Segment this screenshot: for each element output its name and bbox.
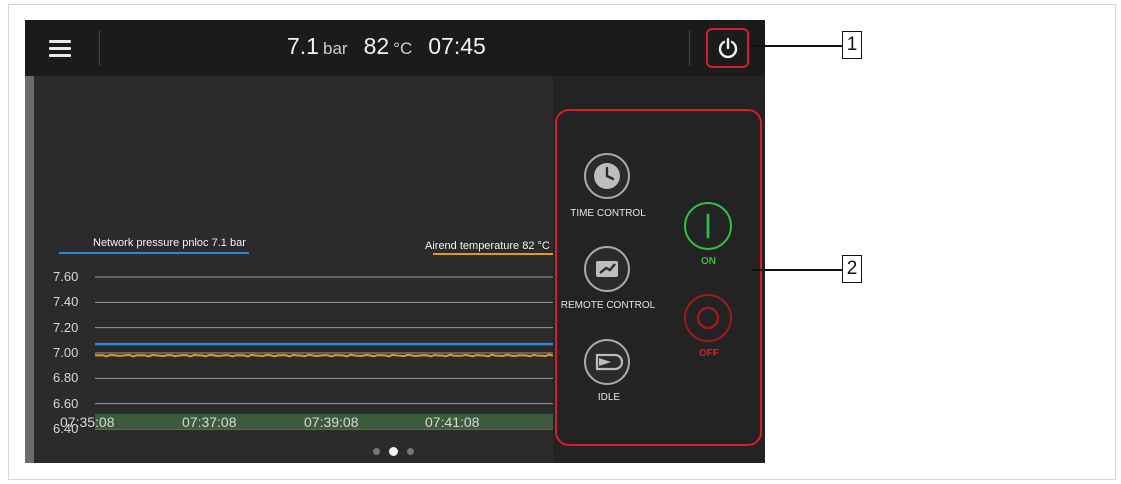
pressure-value: 7.1 [287,33,319,59]
callout-leader-2 [752,269,842,271]
status-readout: 7.1 bar 82 °C 07:45 [287,33,486,60]
trend-chart: Network pressure pnloc 7.1 bar Airend te… [25,76,553,463]
temperature-unit: °C [393,39,413,58]
page-dot[interactable] [373,448,380,455]
controller-screen: 7.1 bar 82 °C 07:45 Network pressure pnloc 7… [25,20,765,463]
callout-number-2: 2 [842,255,862,283]
y-tick-label: 7.60 [53,269,79,284]
hamburger-icon-bar [49,54,71,57]
y-tick-label: 7.40 [53,294,79,309]
off-label: OFF [699,348,719,359]
plot-canvas [94,276,553,430]
y-tick-label: 6.60 [53,396,79,411]
x-tick-label: 07:35:08 [60,414,115,430]
clock-icon [594,163,620,189]
callout-leader-1 [750,45,842,47]
top-bar: 7.1 bar 82 °C 07:45 [25,20,765,76]
x-tick-label: 07:39:08 [304,414,359,430]
remote-icon [596,261,618,277]
hamburger-icon [49,40,71,43]
clock-time: 07:45 [428,33,486,59]
page-dot-active[interactable] [389,447,398,456]
time-control-button[interactable] [584,153,630,199]
power-button[interactable] [706,28,749,68]
menu-button[interactable] [47,37,75,59]
temperature-value: 82 [363,33,390,59]
hamburger-icon-bar [49,47,71,50]
y-tick-label: 7.20 [53,320,79,335]
x-tick-label: 07:41:08 [425,414,480,430]
mode-panel: TIME CONTROL REMOTE CONTROL IDLE ON OFF [553,76,765,463]
remote-control-button[interactable] [584,246,630,292]
callout-number-1: 1 [842,31,862,59]
on-icon [706,213,710,239]
power-icon [718,37,738,59]
time-control-label: TIME CONTROL [570,208,646,219]
x-tick-label: 07:37:08 [182,414,237,430]
on-button[interactable] [684,202,732,250]
y-tick-label: 6.80 [53,370,79,385]
idle-label: IDLE [597,392,621,403]
page-dot[interactable] [407,448,414,455]
divider [99,30,100,66]
idle-icon [595,353,624,371]
divider [689,30,690,66]
off-button[interactable] [684,294,732,342]
idle-button[interactable] [584,339,630,385]
off-icon [696,306,720,330]
remote-control-label: REMOTE CONTROL [560,300,656,311]
y-tick-label: 7.00 [53,345,79,360]
series-line-temperature [94,353,553,358]
on-label: ON [701,256,716,267]
pressure-unit: bar [322,39,348,58]
